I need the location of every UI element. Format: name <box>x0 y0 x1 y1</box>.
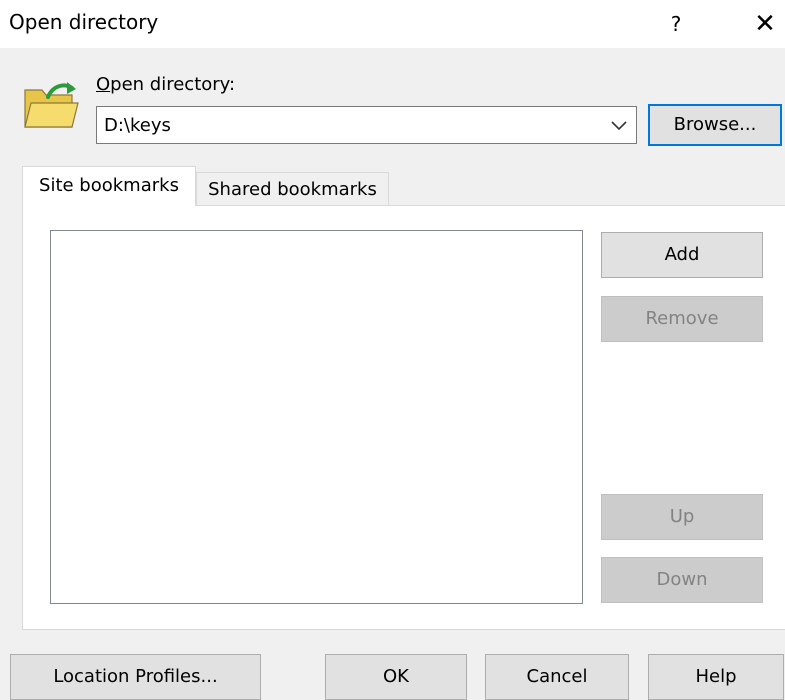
location-profiles-button[interactable]: Location Profiles... <box>10 654 261 700</box>
remove-button[interactable]: Remove <box>601 296 763 342</box>
up-button[interactable]: Up <box>601 494 763 540</box>
tab-shared-bookmarks[interactable]: Shared bookmarks <box>196 172 389 205</box>
browse-button[interactable]: Browse... <box>648 104 782 146</box>
directory-input[interactable] <box>97 107 604 143</box>
ok-button[interactable]: OK <box>325 654 467 700</box>
title-bar: Open directory ? ✕ <box>0 0 785 48</box>
open-directory-label: Open directory: <box>96 74 235 95</box>
chevron-down-icon[interactable] <box>610 117 628 133</box>
close-button[interactable]: ✕ <box>745 6 785 42</box>
down-button[interactable]: Down <box>601 557 763 603</box>
tab-site-bookmarks[interactable]: Site bookmarks <box>22 166 196 206</box>
window-title: Open directory <box>9 10 159 34</box>
open-folder-icon <box>24 82 79 128</box>
open-directory-label-text: pen directory: <box>110 74 236 95</box>
help-title-button[interactable]: ? <box>656 6 696 42</box>
add-button[interactable]: Add <box>601 232 763 278</box>
help-button[interactable]: Help <box>648 654 784 700</box>
bookmarks-list[interactable] <box>50 230 583 604</box>
directory-combobox[interactable] <box>96 106 637 144</box>
open-directory-accelerator: O <box>96 74 111 95</box>
cancel-button[interactable]: Cancel <box>485 654 629 700</box>
